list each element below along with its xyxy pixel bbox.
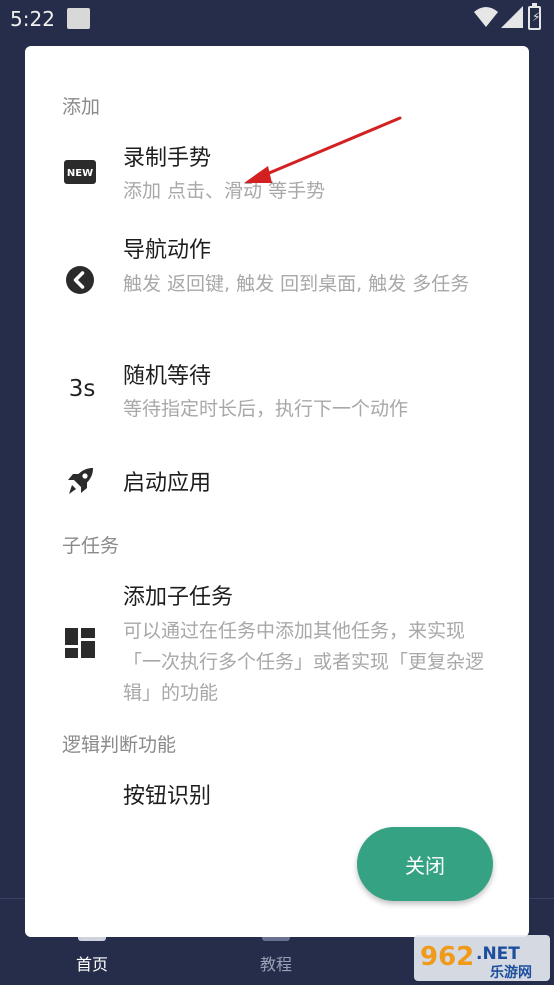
item-title: 随机等待 [123,364,212,389]
item-title: 导航动作 [123,238,212,263]
section-header-subtask: 子任务 [62,535,120,557]
back-circle-icon [62,264,98,296]
item-title: 启动应用 [123,471,212,496]
3s-timer-icon: 3s [68,376,96,402]
new-badge-icon: NEW [62,158,98,186]
status-time: 5:22 [10,7,55,31]
close-button[interactable]: 关闭 [357,827,493,901]
item-description: 等待指定时长后，执行下一个动作 [123,398,409,420]
svg-text:962: 962 [420,942,474,972]
item-description: 触发 返回键, 触发 回到桌面, 触发 多任务 [123,273,470,295]
watermark-logo: 962 .NET 乐游网 [414,935,550,981]
wifi-icon [474,7,498,27]
nav-home-label: 首页 [75,955,108,974]
svg-text:乐游网: 乐游网 [490,964,532,981]
dashboard-grid-icon [62,626,98,660]
item-description: 可以通过在任务中添加其他任务，来实现「一次执行多个任务」或者实现「更复杂逻辑」的… [123,620,485,704]
item-description: 添加 点击、滑动 等手势 [123,180,326,202]
item-title: 录制手势 [123,146,212,171]
svg-text:NEW: NEW [67,168,93,179]
item-title: 按钮识别 [123,784,212,809]
add-action-dialog: 添加 NEW 录制手势 添加 点击、滑动 等手势 导航动作 触发 返回键, 触发… [25,46,529,937]
status-bar: 5:22 ⚡ [0,0,554,38]
rocket-icon [62,464,98,498]
svg-text:.NET: .NET [476,944,520,964]
item-title: 添加子任务 [123,585,234,610]
section-header-add: 添加 [62,96,101,118]
signal-icon [501,6,523,28]
notification-icon [67,8,90,29]
battery-icon: ⚡ [528,3,541,30]
section-header-logic: 逻辑判断功能 [62,734,177,756]
nav-tutorial-label: 教程 [259,955,292,974]
